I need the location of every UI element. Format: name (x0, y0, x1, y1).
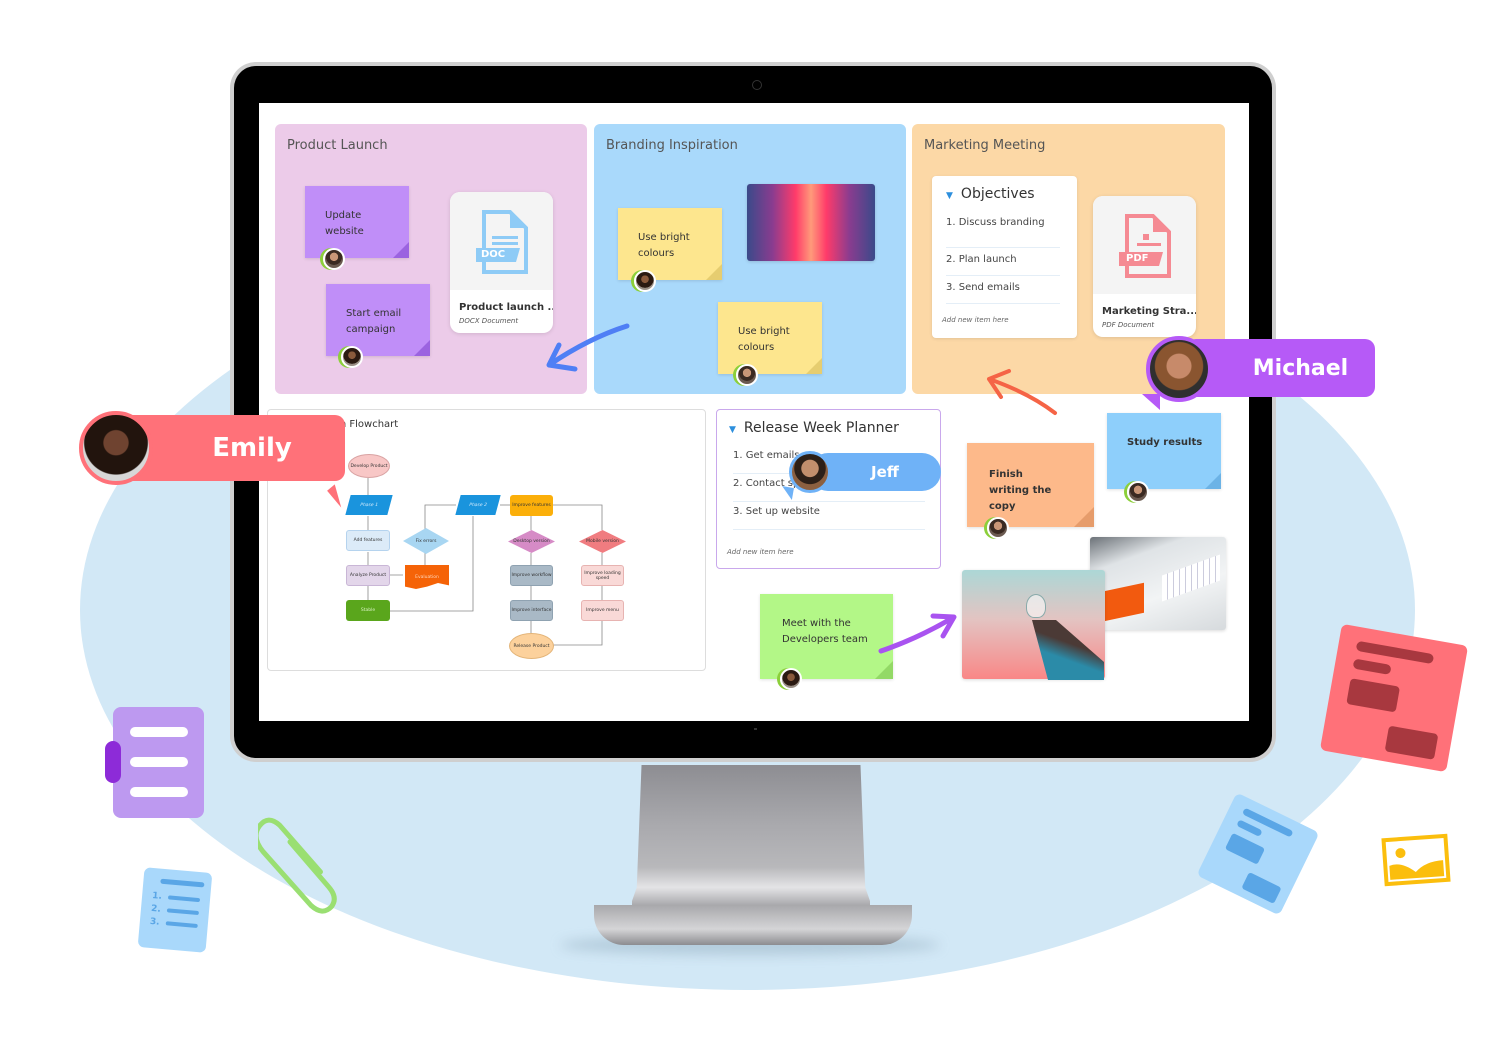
sticky-fold (393, 242, 409, 258)
list-item[interactable]: 1. Discuss branding (946, 216, 1060, 248)
sticky-text: Use bright colours (638, 232, 690, 259)
avatar (341, 346, 363, 368)
avatar (987, 517, 1009, 539)
collapse-triangle-icon[interactable]: ▼ (729, 425, 736, 435)
document-name: Marketing Stra... (1102, 306, 1196, 317)
sticky-text: Update website (325, 210, 364, 237)
sticky-fold (706, 264, 722, 280)
flowchart-node[interactable]: Improve menu (581, 600, 624, 621)
numbered-list-icon: 1. 2. 3. (137, 867, 213, 953)
avatar (1146, 336, 1212, 402)
list-title: ▼ Objectives (946, 186, 1035, 202)
cursor-pointer (780, 486, 794, 500)
flowchart-node[interactable]: Develop Product (348, 454, 390, 478)
doc-icon-label: PDF (1126, 253, 1149, 264)
list-item[interactable]: 3. Set up website (733, 506, 925, 530)
avatar (79, 411, 153, 485)
avatar (736, 364, 758, 386)
doc-icon-label: DOC (481, 249, 506, 260)
monitor-base (594, 905, 912, 945)
sticky-fold (1074, 507, 1094, 527)
sticky-text: Study results (1127, 437, 1203, 448)
sticky-text: Finish writing the copy (989, 469, 1052, 512)
list-title: ▼ Release Week Planner (729, 420, 899, 436)
flowchart-node[interactable]: Improve workflow (510, 565, 553, 586)
panel-title: Product Launch (287, 138, 388, 153)
sticky-fold (414, 340, 430, 356)
flowchart-node[interactable]: Phase 1 (345, 495, 393, 515)
sticky-note[interactable]: Use bright colours (618, 208, 722, 292)
lightbulb-photo[interactable] (962, 570, 1105, 680)
hand (1032, 620, 1104, 680)
flowchart-node[interactable]: Analyze Product (346, 565, 390, 586)
sticky-fold (1205, 473, 1221, 489)
avatar (1127, 481, 1149, 503)
brand-identity-book (1104, 582, 1144, 622)
sticky-note[interactable]: Start email campaign (326, 284, 430, 368)
camera-icon (752, 80, 762, 90)
whiteboard-canvas[interactable]: Product Launch Update website Start emai… (259, 103, 1249, 721)
keyboard (1162, 554, 1220, 602)
sticky-note[interactable]: Finish writing the copy (967, 443, 1094, 539)
inspiration-image[interactable] (747, 184, 875, 261)
flowchart-node[interactable]: Stable (346, 600, 390, 621)
paperclip-icon (258, 817, 337, 914)
list-item[interactable]: 3. Send emails (946, 282, 1060, 304)
sticky-note[interactable]: Meet with the Developers team (760, 594, 893, 690)
sticky-note[interactable]: Study results (1107, 413, 1221, 503)
avatar (323, 248, 345, 270)
doc-file-icon (476, 210, 528, 274)
sticky-text: Use bright colours (738, 326, 790, 353)
purple-notebook-icon (105, 707, 204, 818)
panel-product-launch[interactable]: Product Launch Update website Start emai… (275, 124, 587, 394)
collaborator-name: Michael (1186, 339, 1375, 397)
flowchart-node[interactable]: Improve loading speed (581, 565, 624, 586)
document-preview: PDF (1093, 196, 1196, 294)
flowchart-node[interactable]: Improve features (510, 495, 553, 516)
flowchart-node[interactable]: Add features (346, 530, 390, 551)
document-name: Product launch ... (459, 302, 553, 313)
document-card[interactable]: PDF Marketing Stra... PDF Document (1093, 196, 1196, 337)
flowchart-node[interactable]: Improve interface (510, 600, 553, 621)
sticky-text: Start email campaign (346, 308, 402, 335)
document-card[interactable]: DOC Product launch ... DOCX Document (450, 192, 553, 333)
panel-branding-inspiration[interactable]: Branding Inspiration Use bright colours … (594, 124, 906, 394)
document-preview: DOC (450, 192, 553, 290)
avatar (780, 668, 802, 690)
image-icon (1381, 833, 1451, 887)
avatar (789, 451, 831, 493)
avatar (634, 270, 656, 292)
document-type: DOCX Document (459, 317, 519, 325)
sticky-fold (806, 358, 822, 374)
pdf-file-icon (1119, 214, 1171, 278)
sticky-note[interactable]: Use bright colours (718, 302, 822, 386)
cursor-pointer (1142, 394, 1160, 410)
panel-title: Marketing Meeting (924, 138, 1046, 153)
red-layout-card-icon (1319, 623, 1469, 773)
panel-title: Branding Inspiration (606, 138, 738, 153)
flowchart-node[interactable]: Phase 2 (455, 495, 501, 515)
sticky-text: Meet with the Developers team (782, 618, 868, 645)
add-item-input[interactable]: Add new item here (727, 548, 794, 556)
flowchart-node[interactable]: Release Product (509, 633, 554, 659)
add-item-input[interactable]: Add new item here (942, 316, 1009, 324)
monitor-indicator (754, 728, 757, 730)
desk-photo[interactable] (1090, 537, 1226, 630)
document-type: PDF Document (1102, 321, 1155, 329)
sticky-fold (875, 661, 893, 679)
objectives-list[interactable]: ▼ Objectives 1. Discuss branding 2. Plan … (932, 176, 1077, 338)
lightbulb (1026, 594, 1046, 618)
collapse-triangle-icon[interactable]: ▼ (946, 191, 953, 201)
sticky-note[interactable]: Update website (305, 186, 409, 270)
list-item[interactable]: 2. Plan launch (946, 254, 1060, 276)
